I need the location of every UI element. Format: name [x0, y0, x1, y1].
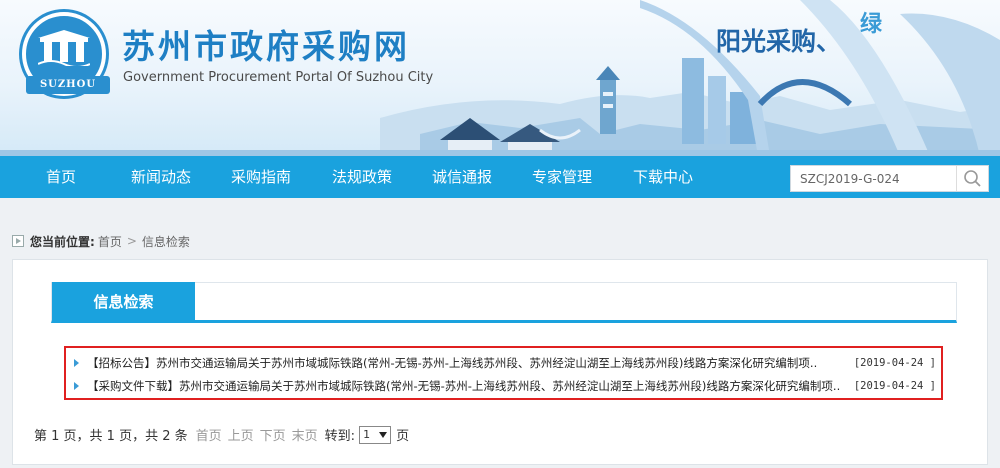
result-date: [2019-04-24 ]	[853, 380, 936, 392]
pager-last-link[interactable]: 末页	[292, 425, 318, 444]
site-subtitle: Government Procurement Portal Of Suzhou …	[123, 70, 434, 85]
results-list: 【招标公告】 苏州市交通运输局关于苏州市域城际铁路(常州-无锡-苏州-上海线苏州…	[64, 346, 943, 400]
pagination: 第 1 页，共 1 页，共 2 条 首页 上页 下页 末页 转到: 1 页	[34, 425, 409, 444]
site-header: SUZHOU 苏州市政府采购网 Government Procurement P…	[0, 0, 1000, 156]
city-gate-icon	[38, 30, 90, 66]
nav-item-regulations[interactable]: 法规政策	[332, 156, 392, 198]
nav-item-home[interactable]: 首页	[46, 156, 76, 198]
bullet-arrow-icon	[74, 382, 79, 390]
nav-item-downloads[interactable]: 下载中心	[633, 156, 693, 198]
logo-ribbon-text: SUZHOU	[26, 76, 110, 94]
result-category: 【采购文件下载】	[87, 379, 179, 393]
search-input[interactable]	[791, 166, 955, 191]
breadcrumb-separator: >	[126, 234, 137, 248]
result-title-link[interactable]: 苏州市交通运输局关于苏州市域城际铁路(常州-无锡-苏州-上海线苏州段、苏州经淀山…	[179, 378, 844, 394]
search-box	[790, 165, 989, 192]
pager-next-link[interactable]: 下页	[260, 425, 286, 444]
panel-tabbar: 信息检索	[51, 282, 957, 323]
list-item[interactable]: 【招标公告】 苏州市交通运输局关于苏州市域城际铁路(常州-无锡-苏州-上海线苏州…	[74, 353, 936, 373]
chevron-down-icon	[379, 431, 388, 438]
pager-prev-link[interactable]: 上页	[228, 425, 254, 444]
pagination-summary: 第 1 页，共 1 页，共 2 条	[34, 429, 188, 444]
page-select[interactable]: 1	[359, 425, 392, 444]
result-category: 【招标公告】	[87, 356, 156, 370]
nav-item-news[interactable]: 新闻动态	[131, 156, 191, 198]
breadcrumb-label: 您当前位置:	[30, 234, 95, 249]
nav-item-guide[interactable]: 采购指南	[231, 156, 291, 198]
pager-first-link[interactable]: 首页	[196, 425, 222, 444]
nav-item-credit[interactable]: 诚信通报	[432, 156, 492, 198]
search-icon	[964, 170, 981, 187]
breadcrumb: 您当前位置: 首页 > 信息检索	[12, 233, 193, 249]
slogan-text: 阳光采购、	[716, 27, 842, 56]
search-button[interactable]	[956, 166, 988, 191]
location-icon	[12, 235, 24, 247]
result-title-link[interactable]: 苏州市交通运输局关于苏州市域城际铁路(常州-无锡-苏州-上海线苏州段、苏州经淀山…	[156, 355, 844, 371]
search-results-panel: 信息检索 【招标公告】 苏州市交通运输局关于苏州市域城际铁路(常州-无锡-苏州-…	[12, 259, 988, 465]
tab-info-search[interactable]: 信息检索	[52, 282, 195, 323]
pager-goto-label: 转到:	[324, 429, 356, 444]
breadcrumb-current: 信息检索	[141, 234, 190, 249]
nav-item-experts[interactable]: 专家管理	[532, 156, 592, 198]
list-item[interactable]: 【采购文件下载】 苏州市交通运输局关于苏州市域城际铁路(常州-无锡-苏州-上海线…	[74, 376, 936, 396]
pager-page-suffix: 页	[396, 429, 410, 444]
breadcrumb-home-link[interactable]: 首页	[98, 233, 122, 250]
site-title: 苏州市政府采购网	[122, 27, 410, 66]
bullet-arrow-icon	[74, 359, 79, 367]
result-date: [2019-04-24 ]	[853, 357, 936, 369]
slogan-text-tail: 绿	[860, 12, 883, 37]
page-select-value: 1	[363, 428, 371, 441]
